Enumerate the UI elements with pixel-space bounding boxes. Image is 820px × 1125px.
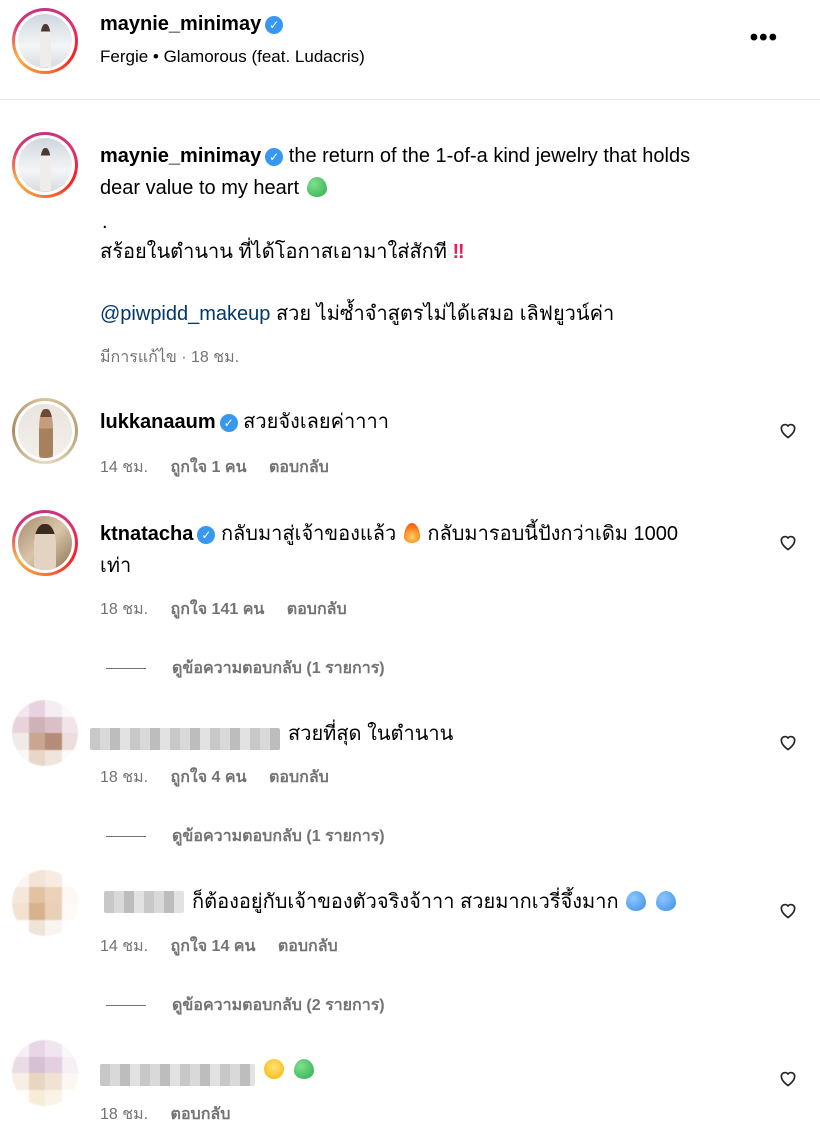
- caption-text: maynie_minimay ✓ the return of the 1-of-a…: [100, 145, 691, 199]
- comment-avatar[interactable]: [12, 510, 78, 576]
- verified-badge-icon: ✓: [265, 148, 284, 166]
- comment-username-blurred[interactable]: [90, 728, 280, 750]
- heart-outline-icon[interactable]: [778, 1068, 798, 1088]
- caption-thai-line: สร้อยในตำนาน ที่ได้โอกาสเอามาใส่สักที ‼: [100, 241, 465, 263]
- view-replies-button[interactable]: ดูข้อความตอบกลับ (1 รายการ): [106, 656, 385, 681]
- heart-outline-icon[interactable]: [778, 900, 798, 920]
- caption-dot: .: [102, 211, 108, 233]
- heart-outline-icon[interactable]: [778, 732, 798, 752]
- reply-button[interactable]: ตอบกลับ: [269, 769, 329, 786]
- comment-meta: 18 ชม. ตอบกลับ: [100, 1106, 231, 1123]
- blue-heart-emoji-icon: [626, 891, 647, 911]
- mention-link[interactable]: @piwpidd_makeup: [100, 303, 270, 325]
- likes-count[interactable]: ถูกใจ 141 คน: [171, 601, 265, 618]
- song-label[interactable]: Fergie • Glamorous (feat. Ludacris): [100, 47, 365, 67]
- green-heart-emoji-icon: [293, 1059, 314, 1079]
- comment-body: ktnatacha ✓ กลับมาสู่เจ้าของแล้ว กลับมารอ…: [100, 523, 679, 577]
- divider-line: [106, 836, 146, 838]
- comment-meta: 18 ชม. ถูกใจ 141 คน ตอบกลับ: [100, 601, 347, 618]
- comment-meta: 18 ชม. ถูกใจ 4 คน ตอบกลับ: [100, 769, 329, 786]
- verified-badge-icon: ✓: [265, 16, 284, 34]
- caption-avatar[interactable]: [12, 132, 78, 198]
- more-options-icon[interactable]: •••: [750, 24, 778, 52]
- header-avatar[interactable]: [12, 8, 78, 74]
- comment-username-blurred[interactable]: [104, 891, 184, 913]
- comment-avatar-blurred[interactable]: [12, 870, 78, 936]
- comment-avatar-blurred[interactable]: [12, 700, 78, 766]
- reply-button[interactable]: ตอบกลับ: [171, 1106, 231, 1123]
- reply-button[interactable]: ตอบกลับ: [278, 938, 338, 955]
- comment-username[interactable]: ktnatacha: [100, 523, 193, 545]
- comment-avatar[interactable]: [12, 398, 78, 464]
- comment-meta: 14 ชม. ถูกใจ 14 คน ตอบกลับ: [100, 938, 338, 955]
- comment-meta: 14 ชม. ถูกใจ 1 คน ตอบกลับ: [100, 459, 329, 476]
- comment-body: [262, 1054, 316, 1086]
- comment-username-blurred[interactable]: [100, 1064, 255, 1086]
- caption-username[interactable]: maynie_minimay: [100, 145, 261, 167]
- comment-body: สวยที่สุด ในตำนาน: [288, 723, 454, 745]
- reply-button[interactable]: ตอบกลับ: [269, 459, 329, 476]
- likes-count[interactable]: ถูกใจ 4 คน: [171, 769, 247, 786]
- verified-badge-icon: ✓: [219, 414, 238, 432]
- heart-eyes-emoji-icon: [264, 1059, 284, 1079]
- likes-count[interactable]: ถูกใจ 14 คน: [171, 938, 256, 955]
- verified-badge-icon: ✓: [197, 526, 216, 544]
- reply-button[interactable]: ตอบกลับ: [287, 601, 347, 618]
- comment-avatar-blurred[interactable]: [12, 1040, 78, 1106]
- post-header: maynie_minimay ✓ Fergie • Glamorous (feat…: [0, 0, 820, 100]
- green-heart-emoji-icon: [306, 177, 327, 197]
- header-username[interactable]: maynie_minimay ✓: [100, 12, 284, 36]
- heart-outline-icon[interactable]: [778, 532, 798, 552]
- divider-line: [106, 1005, 146, 1007]
- divider-line: [106, 668, 146, 670]
- likes-count[interactable]: ถูกใจ 1 คน: [171, 459, 247, 476]
- view-replies-button[interactable]: ดูข้อความตอบกลับ (2 รายการ): [106, 993, 385, 1018]
- heart-outline-icon[interactable]: [778, 420, 798, 440]
- double-exclamation-icon: ‼: [452, 241, 465, 263]
- view-replies-button[interactable]: ดูข้อความตอบกลับ (1 รายการ): [106, 824, 385, 849]
- caption-meta: มีการแก้ไข · 18 ชม.: [100, 349, 240, 366]
- comment-body: lukkanaaum ✓ สวยจังเลยค่าาาา: [100, 411, 389, 433]
- comment-body: ก็ต้องอยู่กับเจ้าของตัวจริงจ้าาา สวยมากเ…: [192, 886, 678, 918]
- blue-heart-emoji-icon: [655, 891, 676, 911]
- caption-mention-line: @piwpidd_makeup สวย ไม่ซ้ำจำสูตรไม่ได้เส…: [100, 303, 615, 325]
- comment-username[interactable]: lukkanaaum: [100, 411, 216, 433]
- fire-emoji-icon: [403, 523, 420, 543]
